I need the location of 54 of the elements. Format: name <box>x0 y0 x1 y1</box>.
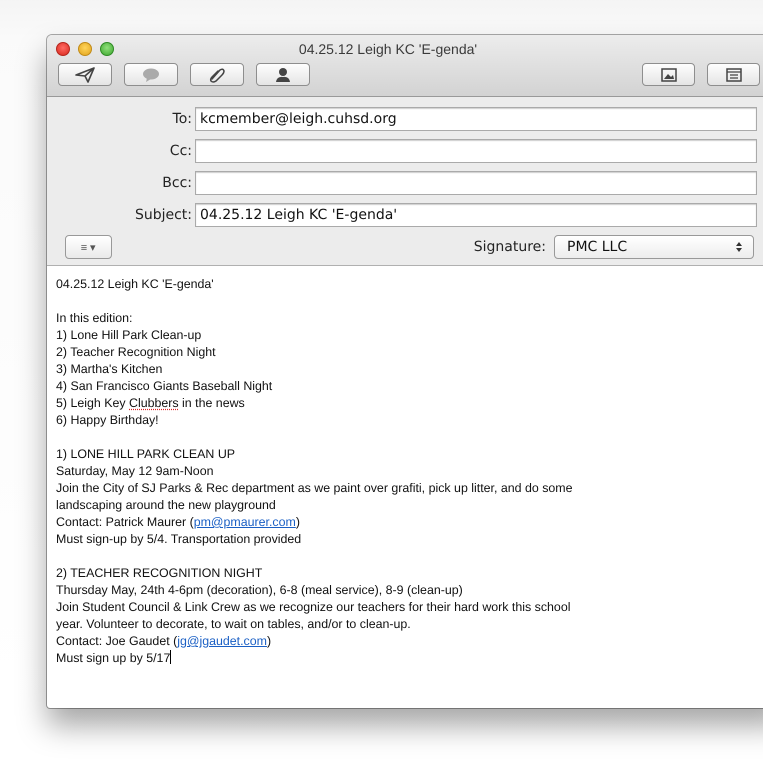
body-text: Join the City of SJ Parks & Rec department as we paint over grafiti, pick up litter, and do some <box>56 481 573 495</box>
body-text: ) <box>266 634 272 648</box>
window-title: 04.25.12 Leigh KC 'E-genda' <box>298 41 478 57</box>
photo-icon <box>660 68 676 82</box>
body-text: 3) Martha's Kitchen <box>56 362 162 376</box>
body-text: 6) Happy Birthday! <box>56 413 159 427</box>
body-text: Thursday May, 24th 4-6pm (decoration), 6-8 (meal service), 8-9 (clean-up) <box>56 583 463 597</box>
paperclip-icon <box>207 66 227 82</box>
paper-plane-icon <box>75 66 95 82</box>
body-text: Contact: Patrick Maurer ( <box>56 515 194 529</box>
input-field[interactable] <box>195 139 757 163</box>
body-text: 1) Lone Hill Park Clean-up <box>56 328 202 342</box>
zoom-button[interactable] <box>100 42 114 56</box>
stepper-icon <box>735 241 743 253</box>
body-text: 2) TEACHER RECOGNITION NIGHT <box>56 566 262 580</box>
close-button[interactable] <box>56 42 70 56</box>
signature-dropdown[interactable]: PMC LLC <box>554 235 754 259</box>
contact-button[interactable] <box>256 63 310 86</box>
email-link[interactable]: jg@jgaudet.com <box>177 634 267 648</box>
signature-label: Signature: <box>474 239 547 255</box>
template-icon <box>726 68 742 82</box>
misspelled-word: Clubbers <box>129 396 179 410</box>
body-text: ) <box>296 515 300 529</box>
body-text: in the news <box>181 396 245 410</box>
body-text: 04.25.12 Leigh KC 'E-genda' <box>56 277 214 291</box>
person-icon <box>273 66 293 82</box>
body-text: Join Student Council & Link Crew as we recognize our teachers for their hard work this school <box>56 600 570 614</box>
input-field[interactable]: kcmember@leigh.cuhsd.org <box>195 107 757 131</box>
text-cursor <box>170 650 172 664</box>
template-button[interactable] <box>707 63 760 86</box>
attach-button[interactable] <box>190 63 244 86</box>
field-label: Cc: <box>168 143 193 159</box>
body-text: 4) San Francisco Giants Baseball Night <box>56 379 272 393</box>
email-link[interactable]: pm@pmaurer.com <box>194 515 296 529</box>
field-label: Bcc: <box>161 175 193 191</box>
reply-button[interactable] <box>124 63 178 86</box>
photo-button[interactable] <box>642 63 695 86</box>
input-field[interactable] <box>195 171 757 195</box>
speech-bubble-icon <box>141 66 161 82</box>
body-text: Saturday, May 12 9am-Noon <box>56 464 214 478</box>
body-text: Must sign-up by 5/4. Transportation provided <box>56 532 302 546</box>
input-field[interactable]: 04.25.12 Leigh KC 'E-genda' <box>195 203 757 227</box>
send-button[interactable] <box>58 63 112 86</box>
body-text: 1) LONE HILL PARK CLEAN UP <box>56 447 236 461</box>
body-text: 5) Leigh Key <box>56 396 127 410</box>
body-text: year. Volunteer to decorate, to wait on tables, and/or to clean-up. <box>56 617 411 631</box>
format-menu-button[interactable]: ≡ ▾ <box>65 235 112 259</box>
body-text: 2) Teacher Recognition Night <box>56 345 216 359</box>
field-label: Subject: <box>134 207 193 223</box>
field-label: To: <box>172 111 193 127</box>
body-text: Must sign up by 5/17 <box>56 651 170 665</box>
body-text: Contact: Joe Gaudet ( <box>56 634 178 648</box>
body-text: landscaping around the new playground <box>56 498 276 512</box>
body-text: In this edition: <box>56 311 132 325</box>
